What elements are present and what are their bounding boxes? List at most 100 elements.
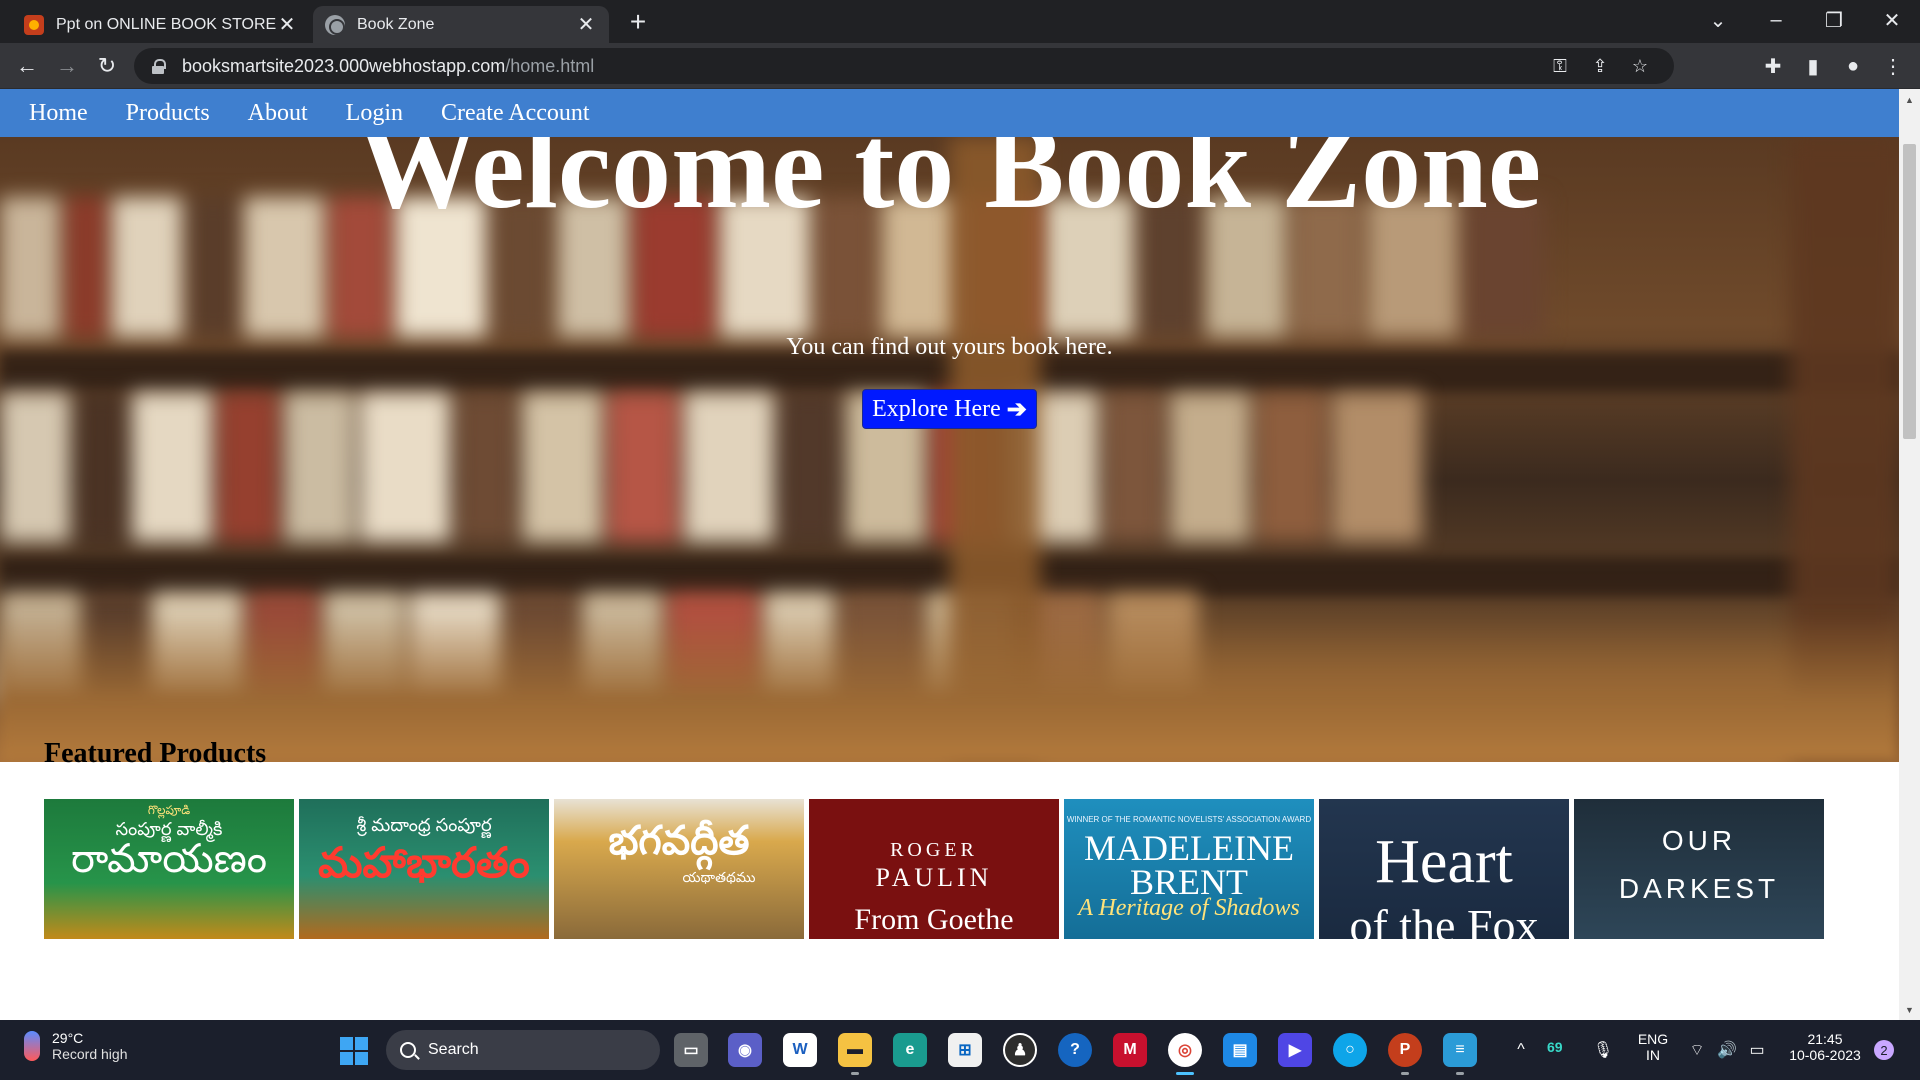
app-circle-icon[interactable]: ♟ [1003, 1033, 1037, 1067]
product-card-our-darkest[interactable]: OUR DARKEST [1574, 799, 1824, 939]
running-indicator [851, 1072, 859, 1075]
book-title-line2: of the Fox [1349, 900, 1539, 939]
windows-start-icon[interactable] [340, 1037, 368, 1065]
chrome-browser-icon[interactable]: ◎ [1168, 1033, 1202, 1067]
book-title-line1: Heart [1375, 828, 1513, 896]
edge-browser-icon[interactable]: e [893, 1033, 927, 1067]
tab-search-chevron-icon[interactable]: ⌄ [1690, 0, 1746, 40]
featured-products-heading: Featured Products [44, 738, 267, 769]
tab-title: Ppt on ONLINE BOOK STORE [56, 15, 277, 33]
page-scrollbar[interactable]: ▲ ▼ [1899, 89, 1920, 1020]
notification-badge[interactable]: 2 [1874, 1040, 1894, 1060]
powerpoint-icon[interactable]: P [1388, 1033, 1422, 1067]
tab-book-zone[interactable]: Book Zone ✕ [313, 6, 609, 43]
chevron-up-icon[interactable]: ^ [1510, 1039, 1532, 1061]
hero-subtitle: You can find out yours book here. [786, 334, 1113, 360]
scroll-down-icon[interactable]: ▼ [1899, 1001, 1920, 1018]
clipchamp-icon[interactable]: ▶ [1278, 1033, 1312, 1067]
book-title: మహాభారతం [318, 839, 530, 886]
reload-icon[interactable]: ↻ [90, 49, 124, 83]
hero-banner: Welcome to Book Zone You can find out yo… [0, 137, 1899, 762]
book-title-line2: DARKEST [1618, 873, 1780, 904]
product-card-from-goethe[interactable]: ROGER PAULIN From Goethe [809, 799, 1059, 939]
profile-icon[interactable]: ● [1840, 53, 1866, 79]
book-author-last: PAULIN [875, 863, 993, 892]
product-card-ramayanam[interactable]: గొల్లపూడి సంపూర్ణ వాల్మీకి రామాయణం [44, 799, 294, 939]
browser-tab-strip: Ppt on ONLINE BOOK STORE ✕ Book Zone ✕ +… [0, 0, 1920, 43]
notepad-icon[interactable]: ≡ [1443, 1033, 1477, 1067]
more-menu-icon[interactable]: ⋮ [1880, 53, 1906, 79]
powerpoint-icon [24, 14, 44, 35]
nav-create-account-link[interactable]: Create Account [441, 100, 590, 127]
site-navbar: Home Products About Login Create Account [0, 89, 1899, 137]
book-title-line1: OUR [1661, 825, 1737, 856]
explore-button-label: Explore Here [872, 395, 1001, 422]
book-subtitle: యథాతథము [682, 869, 756, 885]
running-indicator [1456, 1072, 1464, 1075]
word-app-icon[interactable]: W [783, 1033, 817, 1067]
product-card-mahabharatam[interactable]: శ్రీ మదాంధ్ర సంపూర్ణ మహాభారతం [299, 799, 549, 939]
address-bar[interactable]: booksmartsite2023.000webhostapp.com/home… [134, 48, 1674, 84]
cortana-icon[interactable]: ○ [1333, 1033, 1367, 1067]
tab-title: Book Zone [357, 15, 435, 33]
book-subtitle: A Heritage of Shadows [1078, 895, 1300, 921]
product-card-heart-of-the-fox[interactable]: Heart of the Fox [1319, 799, 1569, 939]
nav-about-link[interactable]: About [248, 100, 308, 127]
scroll-thumb[interactable] [1903, 144, 1916, 439]
restore-button[interactable]: ❐ [1806, 0, 1862, 40]
book-line1: శ్రీ మదాంధ్ర సంపూర్ణ [356, 815, 492, 835]
language-code: ENG [1637, 1031, 1669, 1047]
teams-chat-icon[interactable]: ◉ [728, 1033, 762, 1067]
weather-widget[interactable]: 29°C Record high [24, 1030, 128, 1062]
nav-home-link[interactable]: Home [29, 100, 88, 127]
app-window-icon[interactable]: ▤ [1223, 1033, 1257, 1067]
running-indicator-active [1176, 1072, 1194, 1075]
new-tab-button[interactable]: + [622, 6, 654, 38]
microsoft-store-icon[interactable]: ⊞ [948, 1033, 982, 1067]
extensions-puzzle-icon[interactable]: ✚ [1760, 53, 1786, 79]
thermometer-icon [24, 1031, 40, 1061]
product-card-heritage-of-shadows[interactable]: WINNER OF THE ROMANTIC NOVELISTS' ASSOCI… [1064, 799, 1314, 939]
close-icon[interactable]: ✕ [276, 14, 298, 36]
book-title: రామాయణం [70, 837, 268, 881]
scroll-up-icon[interactable]: ▲ [1899, 91, 1920, 108]
tab-ppt-online-book-store[interactable]: Ppt on ONLINE BOOK STORE ✕ [12, 6, 310, 43]
blurred-floor [0, 612, 1899, 762]
taskbar-search[interactable]: Search [386, 1030, 660, 1070]
nav-login-link[interactable]: Login [346, 100, 403, 127]
product-card-bhagavadgita[interactable]: భగవద్గీత యథాతథము [554, 799, 804, 939]
share-icon[interactable]: ⇪ [1588, 54, 1612, 78]
search-icon [400, 1042, 416, 1058]
volume-icon[interactable]: 🔊 [1716, 1039, 1738, 1061]
url-path: /home.html [505, 55, 595, 76]
language-indicator[interactable]: ENG IN [1633, 1031, 1673, 1063]
get-help-icon[interactable]: ? [1058, 1033, 1092, 1067]
tray-counter[interactable]: 69 [1547, 1039, 1563, 1055]
mcafee-icon[interactable]: M [1113, 1033, 1147, 1067]
back-arrow-icon[interactable]: ← [10, 49, 44, 83]
explore-here-button[interactable]: Explore Here ➔ [862, 389, 1037, 429]
minimize-button[interactable]: – [1748, 0, 1804, 40]
close-window-button[interactable]: ✕ [1864, 0, 1920, 40]
book-award-text: WINNER OF THE ROMANTIC NOVELISTS' ASSOCI… [1066, 815, 1312, 824]
key-icon[interactable]: ⚿ [1548, 54, 1572, 78]
file-explorer-icon[interactable]: ▬ [838, 1033, 872, 1067]
battery-icon[interactable]: ▭ [1746, 1039, 1768, 1061]
featured-products-row: గొల్లపూడి సంపూర్ణ వాల్మీకి రామాయణం శ్రీ … [44, 799, 1834, 939]
task-view-icon[interactable]: ▭ [674, 1033, 708, 1067]
star-bookmark-icon[interactable]: ☆ [1628, 54, 1652, 78]
book-author-first: ROGER [890, 839, 978, 861]
forward-arrow-icon[interactable]: → [50, 49, 84, 83]
wifi-icon[interactable]: ⌔ [1686, 1039, 1708, 1061]
url-host: booksmartsite2023.000webhostapp.com [182, 55, 506, 76]
nav-products-link[interactable]: Products [126, 100, 210, 127]
close-icon[interactable]: ✕ [575, 14, 597, 36]
microphone-icon[interactable]: 🎙 [1592, 1039, 1614, 1061]
windows-taskbar: 29°C Record high Search ▭ ◉ W ▬ e ⊞ ♟ ? … [0, 1020, 1920, 1080]
web-page: Home Products About Login Create Account [0, 89, 1899, 1020]
clock-time: 21:45 [1807, 1031, 1843, 1047]
clock[interactable]: 21:45 10-06-2023 [1784, 1031, 1866, 1063]
side-panel-icon[interactable]: ▮ [1800, 53, 1826, 79]
browser-toolbar: ← → ↻ booksmartsite2023.000webhostapp.co… [0, 43, 1920, 89]
region-code: IN [1646, 1047, 1660, 1063]
